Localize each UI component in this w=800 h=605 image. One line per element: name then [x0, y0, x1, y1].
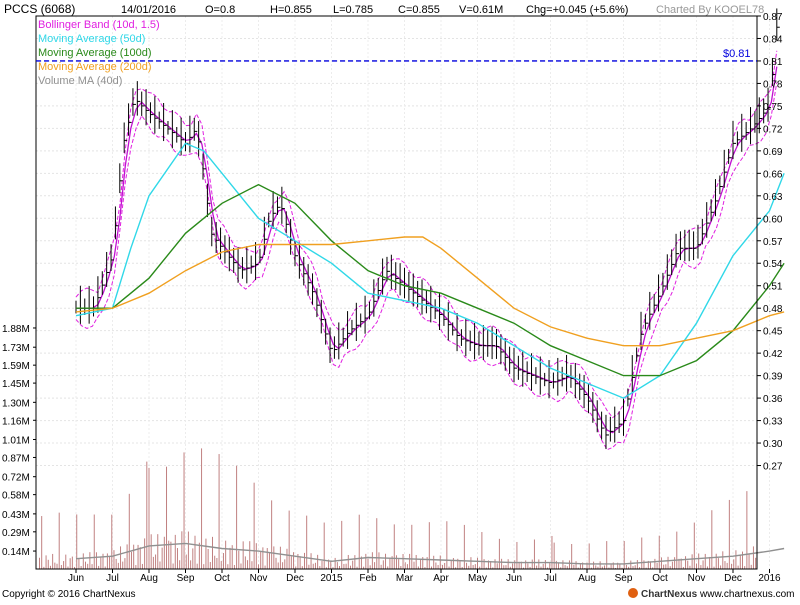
volume-tick-label: 1.73M — [2, 343, 30, 354]
price-tick-label: 0.45 — [763, 327, 783, 338]
price-tick-label: 0.33 — [763, 417, 783, 428]
price-tick-label: 0.60 — [763, 214, 783, 225]
price-tick-label: 0.42 — [763, 349, 783, 360]
volume-tick-label: 0.14M — [2, 547, 30, 558]
price-tick-label: 0.69 — [763, 147, 783, 158]
price-tick-label: 0.57 — [763, 237, 783, 248]
price-tick-label: 0.36 — [763, 394, 783, 405]
x-tick-label: Oct — [214, 573, 230, 584]
price-tick-label: 0.54 — [763, 259, 783, 270]
volume-tick-label: 0.87M — [2, 453, 30, 464]
volume-tick-label: 1.30M — [2, 398, 30, 409]
volume-value: V=0.61M — [459, 4, 503, 16]
chartnexus-logo-icon — [628, 588, 638, 598]
price-tick-label: 0.87 — [763, 12, 783, 23]
change-value: Chg=+0.045 (+5.6%) — [526, 4, 628, 16]
x-tick-label: Dec — [286, 573, 304, 584]
x-tick-label: Sep — [615, 573, 633, 584]
charted-by: Charted By KOOEL78 — [656, 4, 764, 16]
price-tick-label: 0.51 — [763, 282, 783, 293]
price-tick-label: 0.81 — [763, 57, 783, 68]
x-tick-label: Sep — [177, 573, 195, 584]
price-tick-label: 0.63 — [763, 192, 783, 203]
volume-tick-label: 0.29M — [2, 528, 30, 539]
price-tick-label: 0.78 — [763, 79, 783, 90]
brand-name: ChartNexus — [641, 589, 698, 600]
legend-volume-ma: Volume MA (40d) — [38, 75, 122, 87]
x-tick-label: Nov — [688, 573, 706, 584]
x-tick-label: Jun — [506, 573, 522, 584]
stock-chart: 0.27 0.30 0.33 0.36 0.39 0.42 0.45 0.48 0.51 0.54… — [0, 0, 800, 600]
x-tick-label: Oct — [652, 573, 668, 584]
price-tick-label: 0.39 — [763, 372, 783, 383]
volume-tick-label: 0.72M — [2, 473, 30, 484]
price-tick-label: 0.48 — [763, 304, 783, 315]
x-tick-label: Apr — [433, 573, 449, 584]
x-tick-label: Nov — [250, 573, 268, 584]
volume-tick-label: 1.59M — [2, 361, 30, 372]
high-value: H=0.855 — [270, 4, 312, 16]
legend-ma200: Moving Average (200d) — [38, 61, 152, 73]
legend-ma100: Moving Average (100d) — [38, 47, 152, 59]
volume-tick-label: 1.45M — [2, 379, 30, 390]
close-value: C=0.855 — [398, 4, 440, 16]
date-label: 14/01/2016 — [121, 4, 176, 16]
x-tick-label: May — [468, 573, 487, 584]
x-tick-label: Jun — [68, 573, 84, 584]
symbol-title: PCCS (6068) — [4, 2, 75, 16]
volume-tick-label: 1.16M — [2, 416, 30, 427]
price-tick-label: 0.72 — [763, 124, 783, 135]
price-tick-label: 0.66 — [763, 169, 783, 180]
legend-ma50: Moving Average (50d) — [38, 33, 145, 45]
volume-tick-label: 1.88M — [2, 324, 30, 335]
x-tick-label: 2016 — [758, 573, 781, 584]
price-tick-label: 0.27 — [763, 462, 783, 473]
price-tick-label: 0.84 — [763, 34, 783, 45]
x-tick-label: 2015 — [320, 573, 343, 584]
x-tick-label: Aug — [578, 573, 596, 584]
x-tick-label: Aug — [140, 573, 158, 584]
x-tick-label: Dec — [724, 573, 742, 584]
volume-tick-label: 0.43M — [2, 510, 30, 521]
x-tick-label: Feb — [359, 573, 377, 584]
price-tick-label: 0.30 — [763, 439, 783, 450]
website-url: www.chartnexus.com — [699, 589, 794, 600]
legend-bollinger: Bollinger Band (10d, 1.5) — [38, 19, 160, 31]
chart-canvas: 0.27 0.30 0.33 0.36 0.39 0.42 0.45 0.48 0.51 0.54… — [0, 0, 800, 600]
x-tick-label: Jul — [544, 573, 557, 584]
low-value: L=0.785 — [333, 4, 373, 16]
x-tick-label: Mar — [396, 573, 414, 584]
open-value: O=0.8 — [205, 4, 235, 16]
volume-tick-label: 1.01M — [2, 436, 30, 447]
copyright: Copyright © 2016 ChartNexus — [2, 589, 136, 600]
volume-tick-label: 0.58M — [2, 491, 30, 502]
x-tick-label: Jul — [106, 573, 119, 584]
price-tick-label: 0.75 — [763, 102, 783, 113]
reference-line-label: $0.81 — [723, 48, 751, 60]
